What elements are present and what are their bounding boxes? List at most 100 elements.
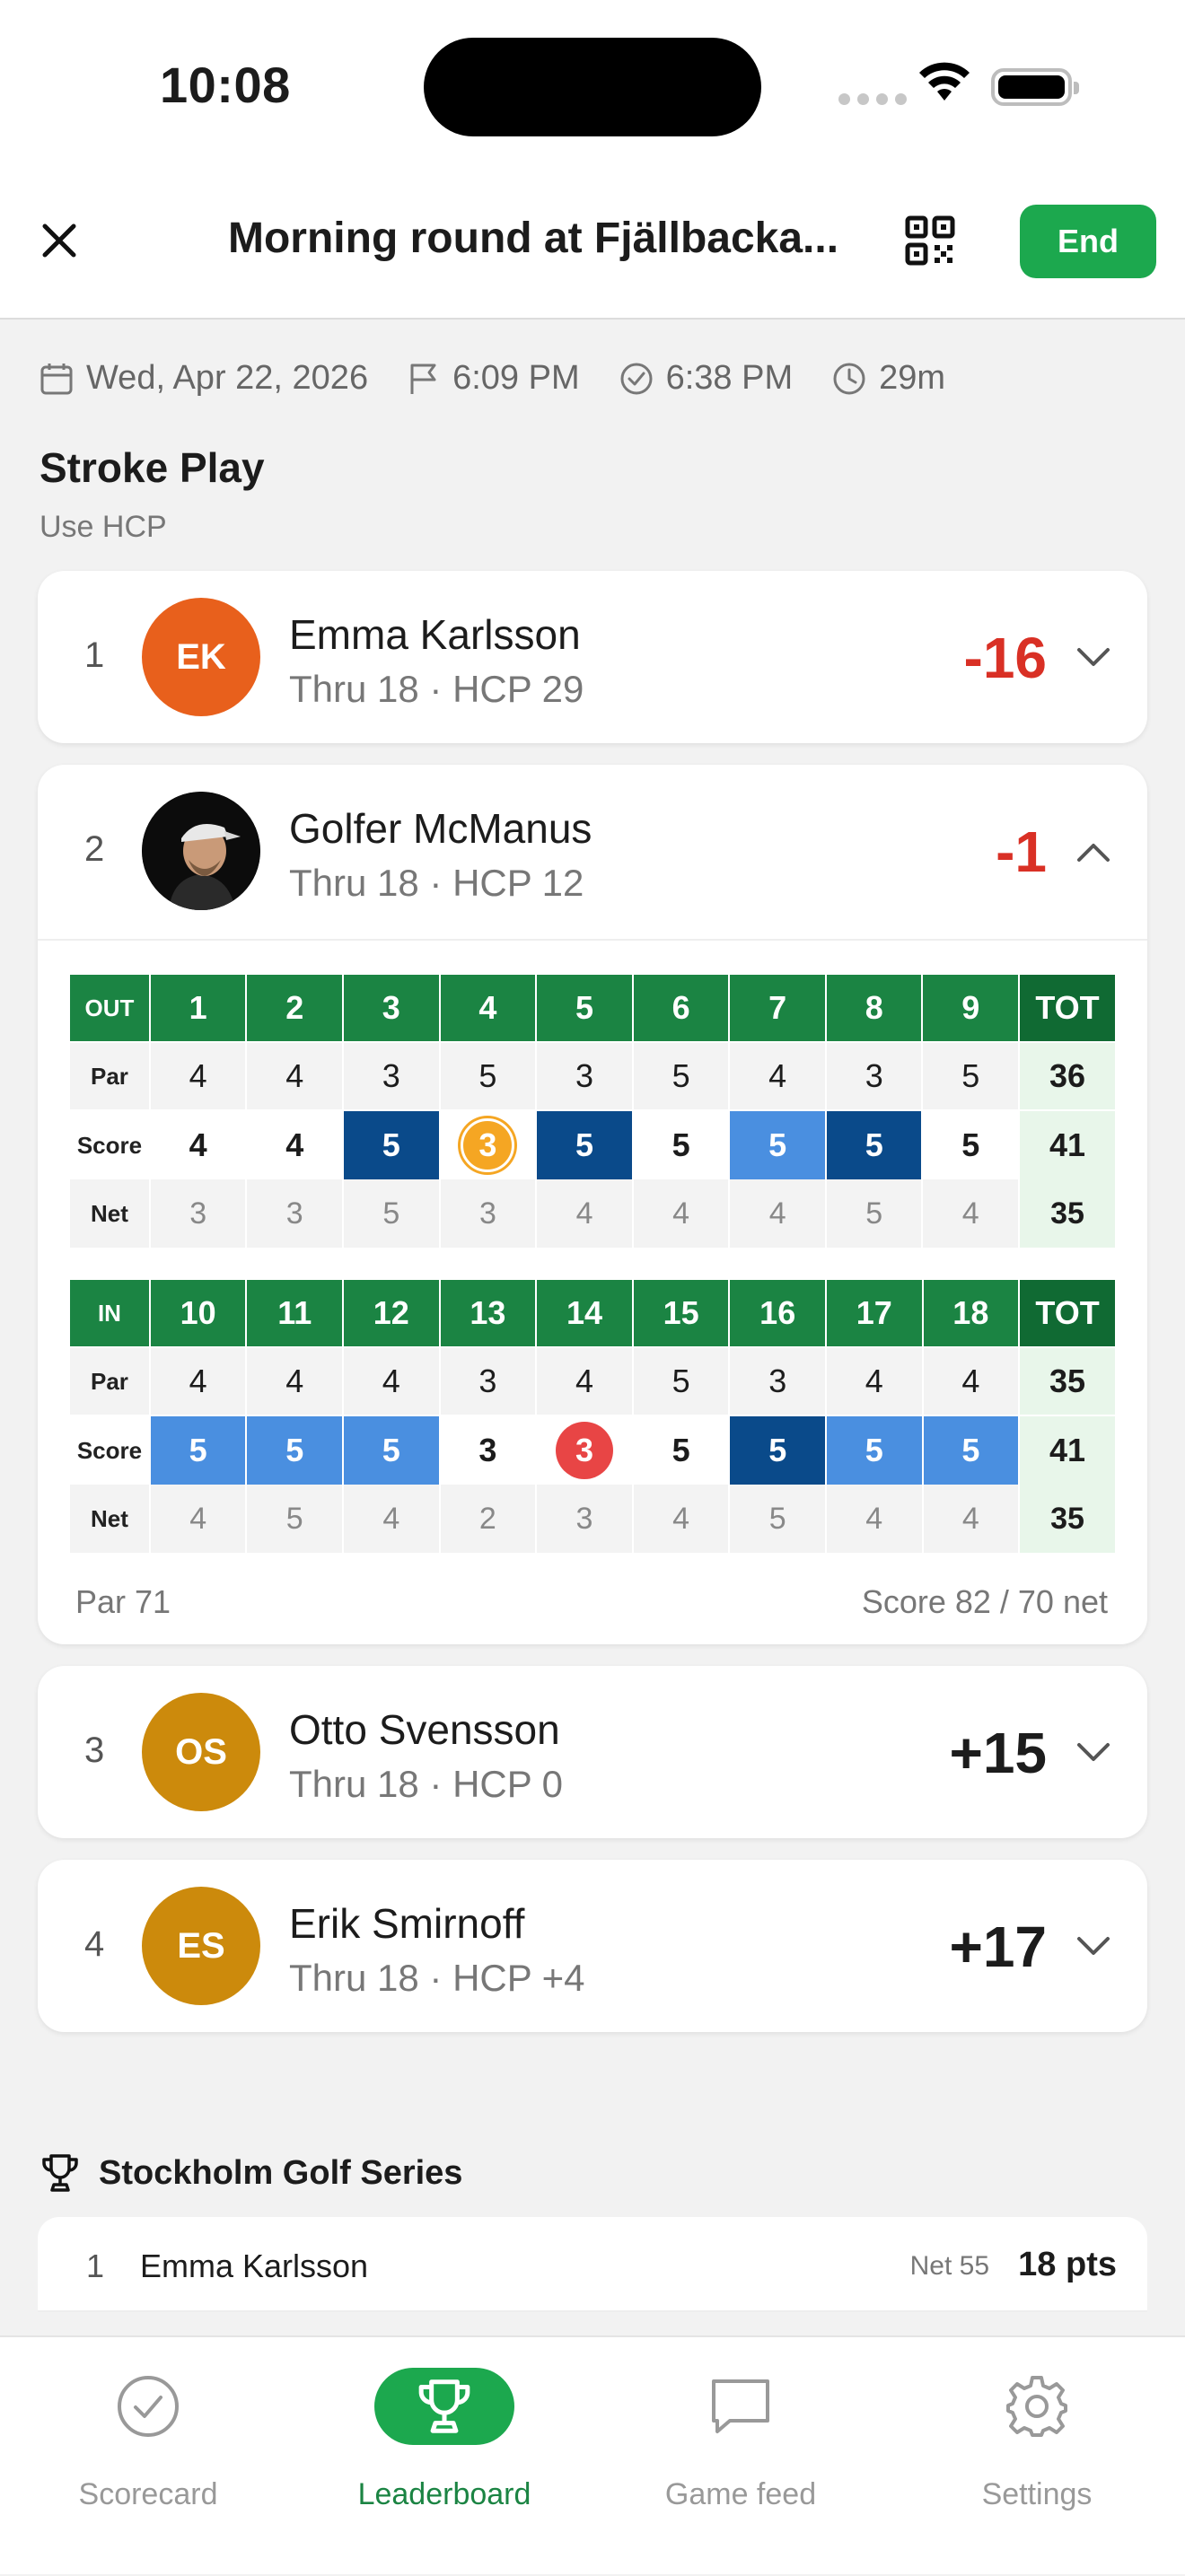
tab-settings[interactable]: Settings [889,2337,1185,2576]
trophy-icon [42,2154,78,2192]
hole-number: 13 [440,1280,536,1348]
par-cell: 4 [150,1043,246,1111]
chevron-up-icon[interactable] [1075,842,1111,863]
score-cell[interactable]: 3 [537,1416,632,1485]
net-cell: 4 [150,1485,246,1553]
net-total: 35 [1020,1485,1115,1553]
battery-icon [991,68,1079,106]
avatar-photo [142,792,260,910]
player-card[interactable]: 4 ES Erik Smirnoff Thru 18 · HCP +4 +17 [38,1860,1147,2032]
tab-label: Scorecard [78,2477,218,2511]
par-cell: 4 [247,1043,342,1111]
net-cell: 3 [440,1179,536,1248]
score-cell[interactable]: 5 [730,1111,825,1179]
tab-scorecard[interactable]: Scorecard [0,2337,296,2576]
tab-leaderboard[interactable]: Leaderboard [296,2337,592,2576]
course-par: Par 71 [75,1583,171,1620]
hole-number: 4 [440,975,536,1043]
par-row: Par 4 4 3 5 3 5 4 3 5 36 [70,1043,1115,1111]
player-card[interactable]: 3 OS Otto Svensson Thru 18 · HCP 0 +15 [38,1666,1147,1838]
gear-icon [967,2368,1107,2445]
score-cell[interactable]: 5 [150,1416,246,1485]
score-cell[interactable]: 5 [344,1111,439,1179]
net-cell: 4 [826,1485,922,1553]
nine-label: IN [70,1280,149,1348]
series-row[interactable]: 1 Emma Karlsson Net 55 18 pts [38,2217,1147,2312]
avatar: ES [142,1887,260,2005]
player-score: -16 [963,626,1048,690]
hole-number: 3 [344,975,439,1043]
round-start: 6:09 PM [408,359,580,398]
check-circle-icon [620,363,653,394]
score-cell[interactable]: 5 [537,1111,632,1179]
par-cell: 3 [537,1043,632,1111]
par-cell: 4 [923,1348,1019,1416]
hole-number: 17 [826,1280,922,1348]
score-cell[interactable]: 5 [730,1416,825,1485]
score-cell[interactable]: 5 [344,1416,439,1485]
trophy-icon [374,2368,514,2445]
avatar: EK [142,598,260,716]
hole-number: 16 [730,1280,825,1348]
hole-number: 2 [247,975,342,1043]
score-label: Score [70,1416,149,1485]
game-format-subtitle: Use HCP [40,510,167,544]
score-row: Score 4 4 5 3 5 5 5 5 5 41 [70,1111,1115,1179]
player-score: +17 [949,1914,1047,1979]
player-score: +15 [949,1721,1047,1785]
series-net: Net 55 [909,2251,989,2281]
end-round-button[interactable]: End [1020,205,1156,278]
hole-number-row: OUT 1 2 3 4 5 6 7 8 9 TOT [70,975,1115,1043]
score-cell[interactable]: 5 [923,1111,1019,1179]
score-cell[interactable]: 5 [633,1111,729,1179]
hole-number: 6 [633,975,729,1043]
par-label: Par [70,1043,149,1111]
score-cell[interactable]: 3 [440,1416,536,1485]
chevron-down-icon[interactable] [1075,646,1111,668]
net-cell: 4 [537,1179,632,1248]
chevron-down-icon[interactable] [1075,1935,1111,1957]
score-cell[interactable]: 3 [440,1111,536,1179]
score-cell[interactable]: 4 [150,1111,246,1179]
par-cell: 4 [247,1348,343,1416]
score-cell[interactable]: 5 [826,1111,922,1179]
net-row: Net 4 5 4 2 3 4 5 4 4 35 [70,1485,1115,1553]
qr-code-icon[interactable] [905,215,955,266]
net-cell: 3 [537,1485,632,1553]
finish-time-text: 6:38 PM [665,359,794,397]
player-card-expanded[interactable]: 2 Golfer McManus Thru 18 · HCP 12 -1 OUT… [38,765,1147,1644]
net-cell: 4 [344,1485,439,1553]
start-time-text: 6:09 PM [452,359,580,397]
close-icon[interactable] [40,221,79,260]
player-rank: 3 [84,1730,105,1770]
hole-number: 18 [923,1280,1019,1348]
score-cell[interactable]: 5 [923,1416,1019,1485]
par-cell: 4 [344,1348,439,1416]
round-finish: 6:38 PM [619,359,794,398]
tab-game-feed[interactable]: Game feed [592,2337,889,2576]
par-cell: 3 [730,1348,825,1416]
score-cell[interactable]: 5 [247,1416,343,1485]
birdie-circle: 3 [556,1422,613,1479]
par-cell: 4 [537,1348,632,1416]
par-cell: 5 [923,1043,1019,1111]
chevron-down-icon[interactable] [1075,1741,1111,1763]
player-name: Golfer McManus [289,805,592,852]
par-cell: 5 [633,1043,729,1111]
scorecard-back-nine: IN 10 11 12 13 14 15 16 17 18 TOT Par 4 4 4 3 4 5 3 4 4 35 Sco… [68,1280,1117,1553]
score-cell[interactable]: 5 [826,1416,922,1485]
player-rank: 4 [84,1924,105,1964]
round-title: Morning round at Fjällbacka... [228,215,839,262]
par-total: 36 [1020,1043,1115,1111]
player-card[interactable]: 1 EK Emma Karlsson Thru 18 · HCP 29 -16 [38,571,1147,743]
score-cell[interactable]: 4 [247,1111,342,1179]
net-cell: 3 [150,1179,246,1248]
net-cell: 4 [730,1179,825,1248]
player-info: Thru 18 · HCP 29 [289,668,584,710]
hole-number: 14 [537,1280,632,1348]
duration-text: 29m [879,359,946,397]
player-name: Otto Svensson [289,1706,560,1753]
par-cell: 4 [150,1348,246,1416]
round-duration: 29m [832,359,945,398]
score-cell[interactable]: 5 [633,1416,729,1485]
